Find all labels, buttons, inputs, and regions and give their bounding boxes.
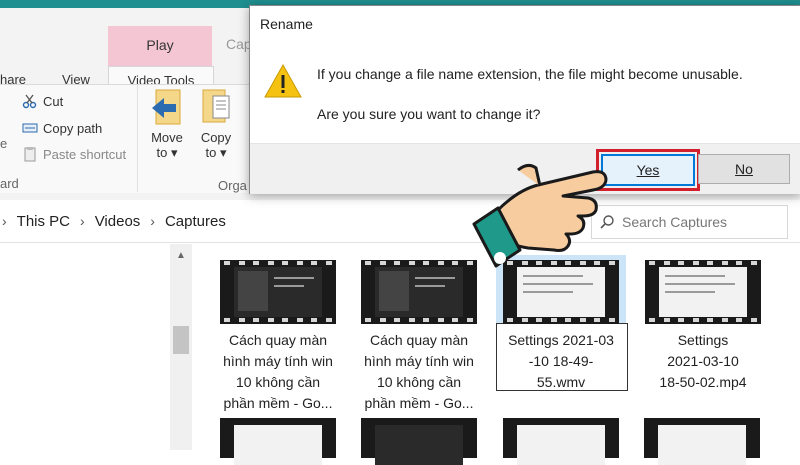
move-to-button[interactable]: Move to ▾ (147, 88, 187, 161)
address-bar: › This PC › Videos › Captures Search Cap… (0, 200, 800, 243)
tab-captures-partial[interactable]: Cap (226, 36, 252, 52)
cut-label: Cut (43, 93, 64, 109)
dialog-message: If you change a file name extension, the… (317, 66, 743, 82)
paste-shortcut-button[interactable]: Paste shortcut (22, 143, 126, 165)
chevron-right-icon[interactable]: › (150, 213, 155, 229)
breadcrumb: › This PC › Videos › Captures (0, 200, 226, 242)
scissors-icon (22, 93, 38, 109)
move-to-icon (150, 88, 184, 126)
chevron-right-icon[interactable]: › (80, 213, 85, 229)
move-to-label-2: to ▾ (156, 145, 178, 160)
breadcrumb-this-pc[interactable]: This PC (17, 213, 70, 230)
dialog-question: Are you sure you want to change it? (317, 106, 541, 122)
file-tile[interactable]: Cách quay màn hình máy tính win 10 không… (212, 260, 344, 414)
breadcrumb-videos[interactable]: Videos (95, 213, 141, 230)
video-thumbnail (361, 260, 477, 324)
copy-to-button[interactable]: Copy to ▾ (196, 88, 236, 161)
cut-button[interactable]: Cut (22, 90, 63, 112)
paste-shortcut-icon (22, 146, 38, 162)
paste-shortcut-label: Paste shortcut (43, 146, 127, 162)
dialog-title: Rename (260, 16, 313, 32)
move-to-label-1: Move (151, 130, 183, 145)
copy-path-icon (22, 120, 38, 136)
file-tile[interactable]: Settings 2021-03-10 18-50-02.mp4 (637, 260, 769, 393)
nav-pane-scrollbar[interactable]: ▲ (170, 244, 192, 450)
video-thumbnail-row2[interactable] (361, 418, 477, 465)
search-input[interactable]: Search Captures (591, 205, 788, 239)
copy-path-label: Copy path (43, 120, 103, 136)
copy-to-label-2: to ▾ (205, 145, 227, 160)
breadcrumb-captures[interactable]: Captures (165, 213, 226, 230)
video-thumbnail-row2[interactable] (644, 418, 760, 465)
search-placeholder: Search Captures (622, 214, 728, 230)
file-name: Cách quay màn hình máy tính win 10 không… (364, 332, 474, 411)
video-thumbnail-row2[interactable] (503, 418, 619, 465)
clipboard-group-label: ard (0, 176, 19, 191)
ribbon-group-divider (137, 84, 138, 192)
warning-icon (263, 63, 303, 99)
paste-label-partial: e (0, 136, 8, 151)
scrollbar-thumb[interactable] (173, 326, 189, 354)
file-name: Cách quay màn hình máy tính win 10 không… (223, 332, 333, 411)
no-button[interactable]: No (698, 154, 790, 184)
copy-to-icon (199, 88, 233, 126)
video-thumbnail-row2[interactable] (220, 418, 336, 465)
file-name: Settings 2021-03-10 18-50-02.mp4 (659, 332, 747, 390)
chevron-right-icon: › (2, 213, 7, 229)
copy-to-label-1: Copy (200, 130, 232, 145)
video-thumbnail (645, 260, 761, 324)
scroll-up-arrow-icon[interactable]: ▲ (170, 246, 192, 264)
video-thumbnail (220, 260, 336, 324)
organize-group-label: Orga (218, 178, 247, 193)
pointing-hand-icon (468, 150, 618, 300)
file-name: Settings 2021-03 -10 18-49- 55.wmv (508, 332, 614, 390)
tab-play-context[interactable]: Play (108, 26, 212, 64)
copy-path-button[interactable]: Copy path (22, 117, 102, 139)
file-tile[interactable]: Cách quay màn hình máy tính win 10 không… (353, 260, 485, 414)
